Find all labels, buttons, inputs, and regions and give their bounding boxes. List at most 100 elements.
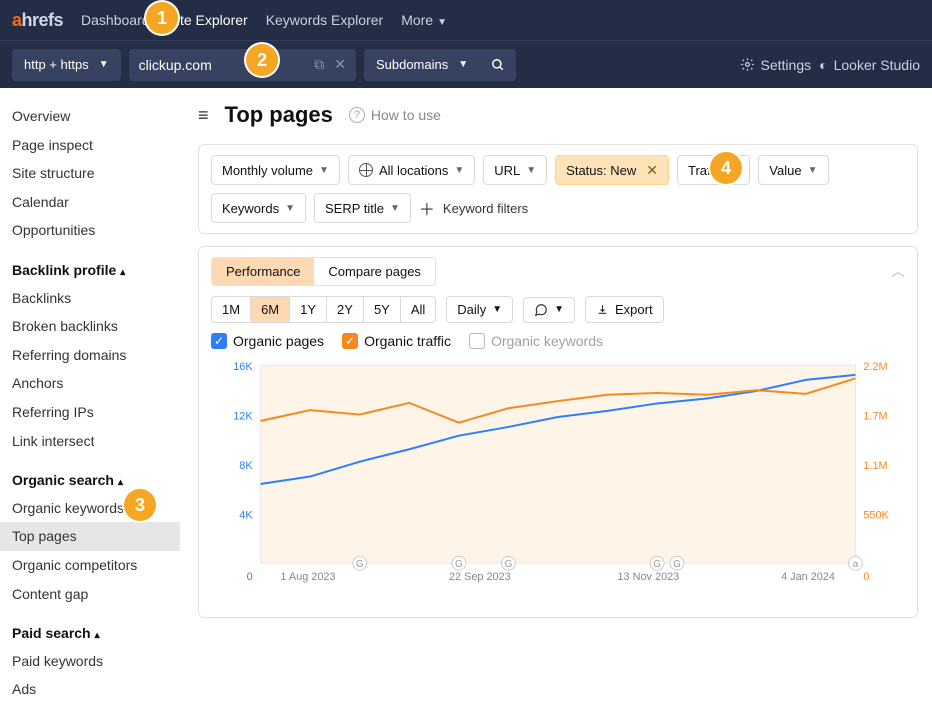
chevron-down-icon: ▼ bbox=[808, 165, 818, 176]
close-icon[interactable]: ✕ bbox=[646, 162, 658, 179]
filter-monthly-volume[interactable]: Monthly volume▼ bbox=[211, 155, 340, 185]
sidebar-item-organic-competitors[interactable]: Organic competitors bbox=[12, 551, 180, 580]
sidebar-head-backlink[interactable]: Backlink profile▴ bbox=[12, 257, 180, 284]
sidebar-item-content-gap[interactable]: Content gap bbox=[12, 580, 180, 609]
download-icon bbox=[596, 303, 609, 316]
collapse-icon[interactable]: ︿ bbox=[891, 261, 905, 281]
svg-text:G: G bbox=[455, 559, 463, 570]
clear-icon[interactable]: ✕ bbox=[334, 56, 346, 73]
chevron-down-icon: ▼ bbox=[319, 165, 329, 176]
svg-text:22 Sep 2023: 22 Sep 2023 bbox=[449, 571, 511, 583]
hamburger-icon[interactable]: ≡ bbox=[198, 105, 209, 126]
chevron-down-icon: ▼ bbox=[554, 304, 564, 315]
chevron-down-icon: ▼ bbox=[285, 203, 295, 214]
range-all[interactable]: All bbox=[401, 297, 435, 322]
range-1m[interactable]: 1M bbox=[212, 297, 251, 322]
nav-keywords-explorer[interactable]: Keywords Explorer bbox=[266, 12, 384, 28]
sidebar-item-referring-ips[interactable]: Referring IPs bbox=[12, 398, 180, 427]
search-button[interactable] bbox=[480, 49, 516, 81]
granularity-dropdown[interactable]: Daily▼ bbox=[446, 296, 513, 323]
sidebar-item-paid-keywords[interactable]: Paid keywords bbox=[12, 647, 180, 676]
sidebar-head-organic[interactable]: Organic search▴ bbox=[12, 467, 180, 494]
range-5y[interactable]: 5Y bbox=[364, 297, 401, 322]
tab-performance[interactable]: Performance bbox=[212, 258, 314, 285]
filter-status-new[interactable]: Status: New✕ bbox=[555, 155, 669, 185]
sidebar-head-paid[interactable]: Paid search▴ bbox=[12, 620, 180, 647]
svg-text:8K: 8K bbox=[239, 460, 253, 472]
nav-site-explorer[interactable]: Site Explorer bbox=[168, 12, 248, 28]
legend-organic-keywords[interactable]: Organic keywords bbox=[469, 333, 603, 349]
checkbox-checked-icon[interactable]: ✓ bbox=[211, 333, 227, 349]
settings-link[interactable]: Settings bbox=[740, 57, 812, 73]
legend-organic-traffic[interactable]: ✓Organic traffic bbox=[342, 333, 451, 349]
range-segment: 1M 6M 1Y 2Y 5Y All bbox=[211, 296, 436, 323]
sidebar-item-ads[interactable]: Ads bbox=[12, 675, 180, 704]
legend-organic-pages[interactable]: ✓Organic pages bbox=[211, 333, 324, 349]
chevron-down-icon: ▼ bbox=[492, 304, 502, 315]
sidebar-item-overview[interactable]: Overview bbox=[12, 102, 180, 131]
svg-text:16K: 16K bbox=[233, 361, 253, 373]
checkbox-checked-icon[interactable]: ✓ bbox=[342, 333, 358, 349]
sidebar-item-anchors[interactable]: Anchors bbox=[12, 369, 180, 398]
chart-tabs: Performance Compare pages bbox=[211, 257, 436, 286]
sidebar-item-opportunities[interactable]: Opportunities bbox=[12, 216, 180, 245]
sidebar-item-page-inspect[interactable]: Page inspect bbox=[12, 131, 180, 160]
filter-serp-title[interactable]: SERP title▼ bbox=[314, 193, 411, 223]
range-2y[interactable]: 2Y bbox=[327, 297, 364, 322]
filter-value[interactable]: Value▼ bbox=[758, 155, 828, 185]
url-input[interactable]: clickup.com ⧉ ✕ bbox=[129, 49, 356, 81]
chevron-down-icon: ▼ bbox=[526, 165, 536, 176]
filter-url[interactable]: URL▼ bbox=[483, 155, 547, 185]
nav-dashboard[interactable]: Dashboard bbox=[81, 12, 150, 28]
svg-text:1.7M: 1.7M bbox=[863, 411, 887, 423]
chart-svg: 16K 12K 8K 4K 0 2.2M 1.7M 1.1M 550K bbox=[211, 359, 905, 599]
open-external-icon[interactable]: ⧉ bbox=[314, 56, 324, 73]
how-to-use-link[interactable]: ? How to use bbox=[349, 107, 441, 123]
checkbox-unchecked-icon[interactable] bbox=[469, 333, 485, 349]
sidebar-item-site-structure[interactable]: Site structure bbox=[12, 159, 180, 188]
svg-text:G: G bbox=[356, 559, 364, 570]
sidebar: Overview Page inspect Site structure Cal… bbox=[0, 88, 180, 718]
range-6m[interactable]: 6M bbox=[251, 297, 290, 322]
svg-text:12K: 12K bbox=[233, 411, 253, 423]
chevron-up-icon: ▴ bbox=[118, 477, 123, 488]
protocol-dropdown[interactable]: http + https▼ bbox=[12, 49, 121, 81]
sidebar-item-link-intersect[interactable]: Link intersect bbox=[12, 427, 180, 456]
svg-text:1.1M: 1.1M bbox=[863, 460, 887, 472]
sidebar-item-calendar[interactable]: Calendar bbox=[12, 188, 180, 217]
mode-dropdown[interactable]: Subdomains▼ bbox=[364, 49, 480, 81]
chat-icon bbox=[534, 303, 548, 317]
svg-text:4K: 4K bbox=[239, 510, 253, 522]
filter-all-locations[interactable]: All locations▼ bbox=[348, 155, 475, 185]
svg-text:a: a bbox=[853, 559, 859, 570]
export-button[interactable]: Export bbox=[585, 296, 664, 323]
nav-more[interactable]: More▼ bbox=[401, 12, 447, 28]
add-keyword-filters[interactable]: ＋Keyword filters bbox=[419, 196, 528, 220]
chevron-down-icon: ▼ bbox=[458, 59, 468, 70]
globe-icon bbox=[359, 163, 373, 177]
logo[interactable]: ahrefs bbox=[12, 10, 63, 31]
range-1y[interactable]: 1Y bbox=[290, 297, 327, 322]
svg-text:G: G bbox=[505, 559, 513, 570]
sidebar-item-referring-domains[interactable]: Referring domains bbox=[12, 341, 180, 370]
svg-text:4 Jan 2024: 4 Jan 2024 bbox=[781, 571, 835, 583]
svg-text:1 Aug 2023: 1 Aug 2023 bbox=[280, 571, 335, 583]
sidebar-item-broken-backlinks[interactable]: Broken backlinks bbox=[12, 312, 180, 341]
filters-card: Monthly volume▼ All locations▼ URL▼ Stat… bbox=[198, 144, 918, 234]
chevron-down-icon: ▼ bbox=[99, 59, 109, 70]
sidebar-item-top-pages[interactable]: Top pages bbox=[0, 522, 180, 551]
help-icon: ? bbox=[349, 107, 365, 123]
looker-icon: ◐ bbox=[819, 57, 827, 73]
svg-text:G: G bbox=[673, 559, 681, 570]
step-badge-3: 3 bbox=[124, 489, 156, 521]
sidebar-item-backlinks[interactable]: Backlinks bbox=[12, 284, 180, 313]
step-badge-4: 4 bbox=[710, 152, 742, 184]
annotations-button[interactable]: ▼ bbox=[523, 297, 575, 323]
tab-compare-pages[interactable]: Compare pages bbox=[314, 258, 435, 285]
filter-keywords[interactable]: Keywords▼ bbox=[211, 193, 306, 223]
looker-link[interactable]: ◐ Looker Studio bbox=[819, 57, 920, 73]
svg-text:2.2M: 2.2M bbox=[863, 361, 887, 373]
step-badge-2: 2 bbox=[246, 44, 278, 76]
step-badge-1: 1 bbox=[146, 2, 178, 34]
chevron-down-icon: ▼ bbox=[454, 165, 464, 176]
